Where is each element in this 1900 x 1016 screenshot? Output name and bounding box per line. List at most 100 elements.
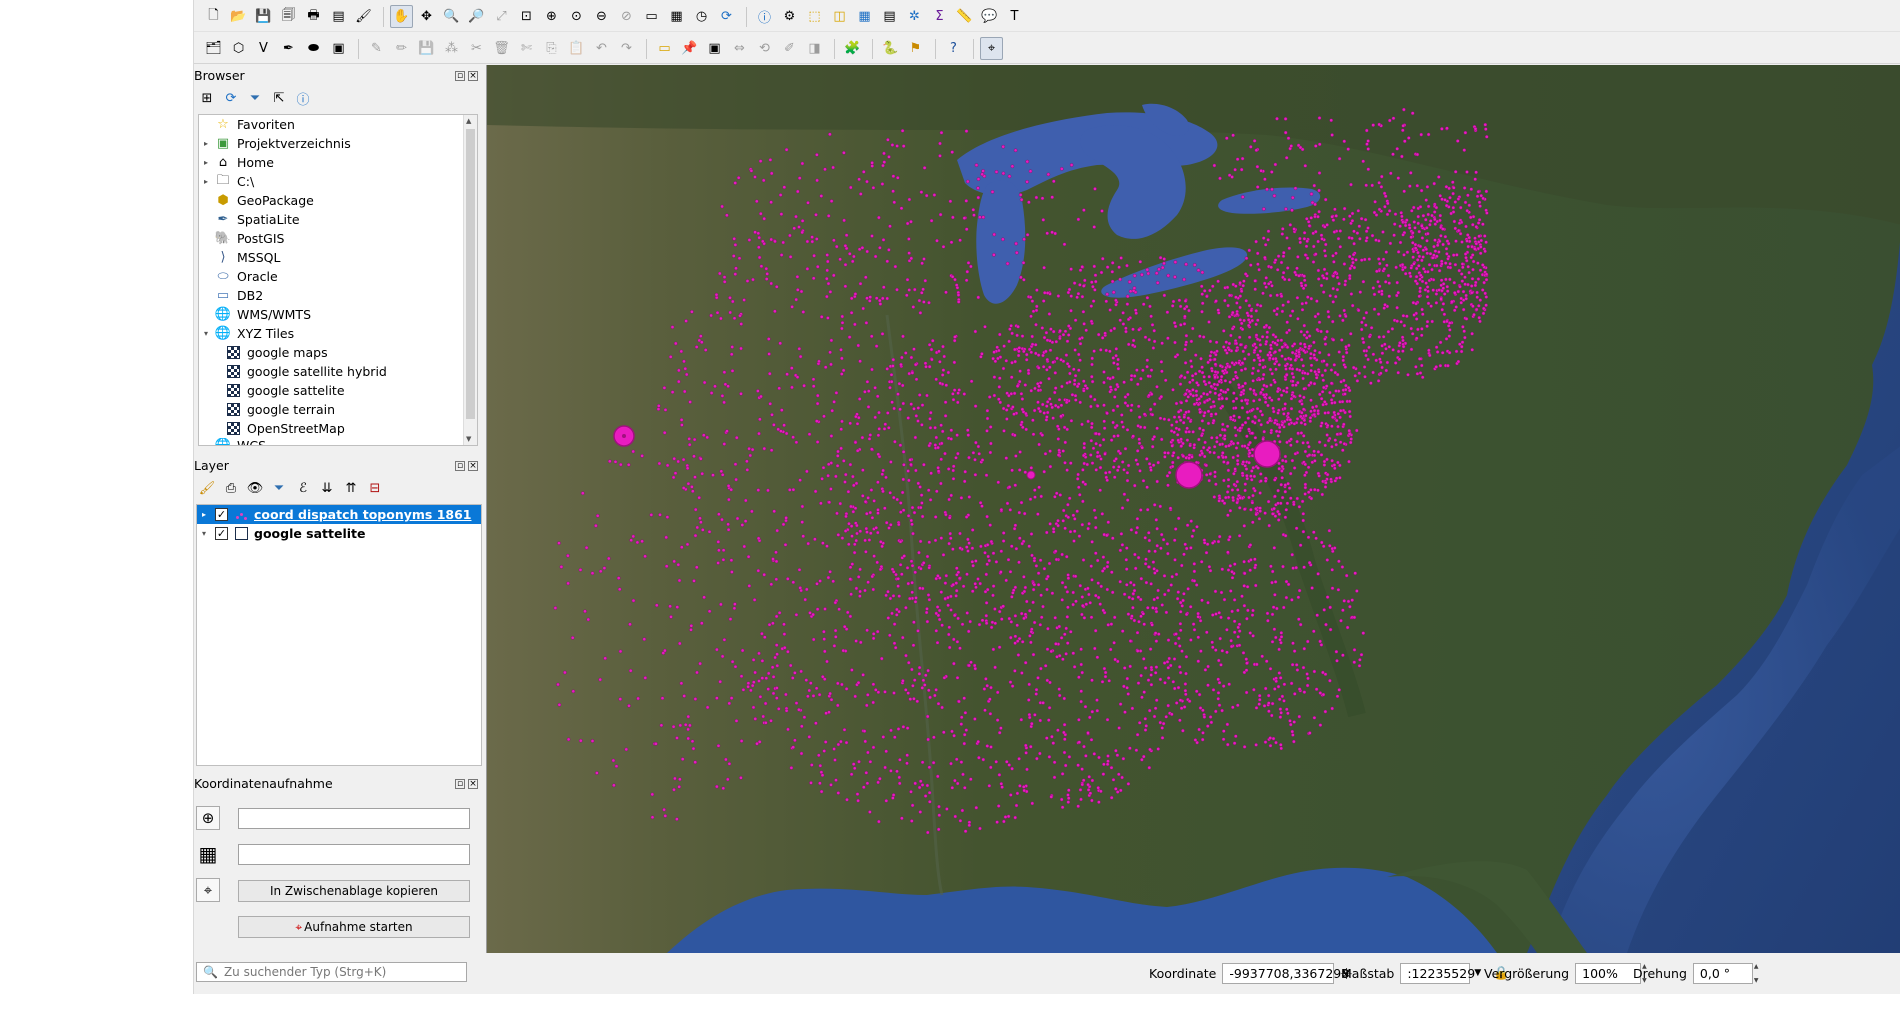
toponym-point[interactable]	[795, 274, 800, 279]
toponym-point[interactable]	[887, 633, 892, 638]
toponym-point[interactable]	[1379, 185, 1384, 189]
toponym-point[interactable]	[842, 624, 847, 629]
browser-item-google-sattelite[interactable]: google sattelite	[199, 381, 477, 400]
toponym-point[interactable]	[1184, 546, 1189, 551]
toponym-point[interactable]	[1106, 520, 1111, 525]
toponym-point[interactable]	[1287, 422, 1292, 427]
toponym-point[interactable]	[1416, 327, 1420, 332]
toponym-point[interactable]	[1128, 289, 1133, 294]
toponym-point[interactable]	[1280, 495, 1285, 500]
toponym-point[interactable]	[702, 595, 706, 600]
toponym-point[interactable]	[1214, 352, 1218, 357]
toponym-point[interactable]	[898, 758, 902, 762]
toponym-point[interactable]	[1166, 638, 1171, 642]
toponym-point[interactable]	[1305, 256, 1310, 260]
toponym-point[interactable]	[1228, 415, 1233, 420]
toponym-point[interactable]	[676, 562, 681, 567]
toponym-point[interactable]	[660, 696, 665, 701]
toponym-point[interactable]	[1411, 249, 1416, 254]
toponym-point[interactable]	[631, 598, 636, 603]
toponym-point[interactable]	[791, 745, 796, 750]
toponym-point[interactable]	[889, 379, 894, 384]
toponym-point[interactable]	[1453, 290, 1457, 295]
toponym-point[interactable]	[680, 757, 685, 761]
toponym-point[interactable]	[1252, 474, 1257, 479]
toponym-point[interactable]	[1344, 573, 1349, 578]
toponym-point[interactable]	[1115, 753, 1120, 758]
toponym-point[interactable]	[1273, 380, 1277, 385]
toponym-point[interactable]	[951, 468, 956, 473]
toponym-point[interactable]	[1465, 239, 1469, 243]
processing-toolbox-icon[interactable]: ✲	[903, 5, 926, 28]
toponym-point[interactable]	[1093, 515, 1098, 520]
toponym-point[interactable]	[1178, 670, 1183, 675]
toponym-point[interactable]	[1152, 328, 1157, 333]
toponym-point[interactable]	[1438, 363, 1443, 368]
toponym-point[interactable]	[861, 306, 866, 311]
toponym-point[interactable]	[1088, 715, 1092, 720]
toponym-point[interactable]	[1111, 420, 1115, 425]
toponym-point[interactable]	[1344, 383, 1348, 388]
toponym-point[interactable]	[985, 543, 990, 547]
toponym-point[interactable]	[702, 380, 707, 385]
toponym-point[interactable]	[1299, 414, 1303, 419]
toponym-point[interactable]	[1001, 144, 1006, 149]
toponym-point[interactable]	[1309, 351, 1313, 356]
toponym-point[interactable]	[911, 305, 916, 309]
toponym-point[interactable]	[1208, 288, 1212, 293]
toponym-point[interactable]	[950, 150, 955, 154]
toponym-point[interactable]	[1082, 616, 1087, 620]
toponym-point[interactable]	[829, 487, 833, 491]
toponym-point[interactable]	[1089, 615, 1094, 620]
toponym-point[interactable]	[771, 557, 775, 561]
toponym-point[interactable]	[1057, 693, 1062, 698]
toponym-point[interactable]	[1285, 386, 1289, 390]
toponym-point[interactable]	[1244, 657, 1249, 661]
toponym-point[interactable]	[1289, 496, 1293, 501]
toponym-point[interactable]	[1231, 705, 1235, 710]
toponym-point[interactable]	[1251, 520, 1255, 525]
toponym-point[interactable]	[874, 296, 879, 300]
toponym-point[interactable]	[665, 463, 670, 468]
toponym-point[interactable]	[1019, 717, 1024, 722]
toponym-point[interactable]	[1090, 374, 1094, 379]
toponym-point[interactable]	[1326, 309, 1331, 314]
toponym-point[interactable]	[1229, 333, 1233, 338]
toponym-point[interactable]	[839, 446, 843, 451]
toponym-point[interactable]	[874, 344, 879, 348]
temporal-controller-icon[interactable]: ◷	[690, 5, 713, 28]
toponym-point[interactable]	[1056, 453, 1061, 457]
toponym-point[interactable]	[1079, 699, 1083, 704]
properties-icon[interactable]: ⓘ	[294, 89, 312, 108]
toponym-point[interactable]	[743, 498, 748, 503]
toponym-point[interactable]	[794, 701, 799, 705]
toponym-point[interactable]	[747, 238, 752, 242]
toponym-point[interactable]	[970, 589, 975, 594]
toponym-point[interactable]	[882, 160, 887, 164]
toponym-point[interactable]	[1136, 404, 1141, 409]
toponym-point[interactable]	[748, 453, 753, 458]
toponym-point[interactable]	[941, 553, 946, 557]
toponym-point[interactable]	[1056, 523, 1060, 528]
toponym-point[interactable]	[1181, 454, 1186, 459]
toponym-point[interactable]	[1334, 214, 1339, 218]
toponym-point[interactable]	[701, 433, 706, 438]
toponym-point[interactable]	[892, 641, 897, 646]
toponym-point[interactable]	[1169, 429, 1174, 433]
toponym-point[interactable]	[1284, 459, 1288, 464]
toponym-point[interactable]	[892, 622, 897, 626]
toponym-point[interactable]	[1336, 588, 1341, 592]
toponym-point[interactable]	[795, 288, 800, 292]
toponym-point[interactable]	[1476, 189, 1481, 194]
toponym-point[interactable]	[734, 719, 739, 723]
toponym-point[interactable]	[949, 493, 954, 498]
toponym-point[interactable]	[978, 581, 983, 586]
toponym-point[interactable]	[1331, 319, 1335, 324]
toponym-point[interactable]	[1254, 322, 1258, 327]
toponym-point[interactable]	[715, 310, 720, 315]
toponym-point[interactable]	[1121, 756, 1126, 761]
toponym-point[interactable]	[1030, 801, 1035, 806]
layout-manager-icon[interactable]: ▤	[327, 5, 350, 28]
toponym-point[interactable]	[920, 423, 924, 427]
toponym-point[interactable]	[999, 507, 1004, 512]
